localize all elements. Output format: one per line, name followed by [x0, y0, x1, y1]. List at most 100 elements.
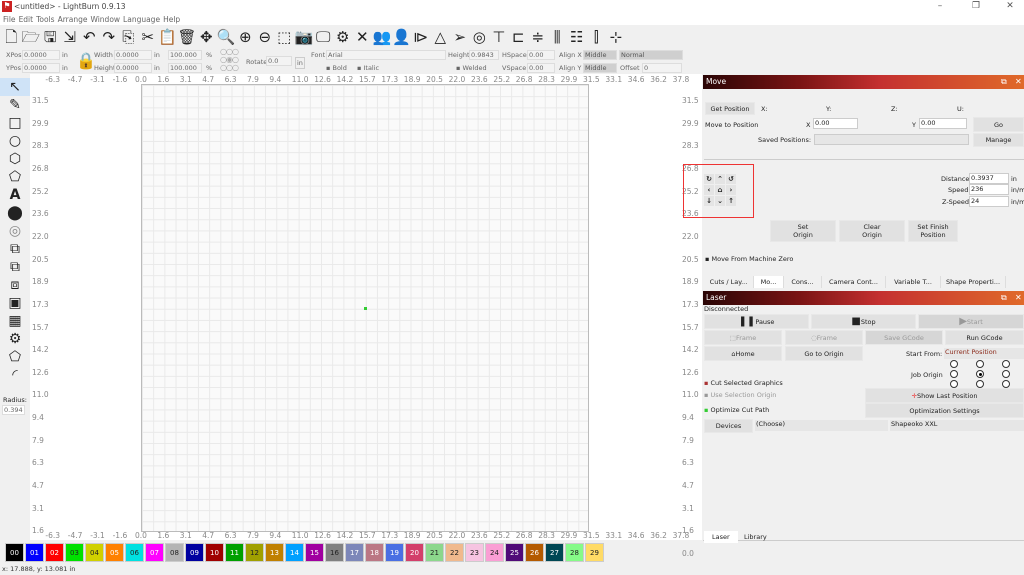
optimization-settings-button[interactable]: Optimization Settings — [865, 403, 1024, 418]
align-vcenter-icon[interactable]: ⫼ — [548, 26, 567, 48]
anchor-grid[interactable]: ○○○ ○◉○ ○○○ — [220, 48, 239, 72]
rotate-unit-button[interactable]: in — [295, 57, 305, 69]
palette-color-21[interactable]: 21 — [425, 543, 444, 562]
node-edit-icon[interactable]: ⬠ — [0, 348, 30, 366]
lock-icon[interactable]: 🔒 — [76, 51, 96, 70]
target-icon[interactable]: ◎ — [470, 26, 489, 48]
palette-color-09[interactable]: 09 — [185, 543, 204, 562]
font-select[interactable]: Arial — [326, 50, 446, 60]
palette-color-03[interactable]: 03 — [65, 543, 84, 562]
center-icon[interactable]: ⊹ — [607, 26, 626, 48]
palette-color-19[interactable]: 19 — [385, 543, 404, 562]
optimize-checkbox[interactable]: ▪ Optimize Cut Path — [704, 406, 769, 414]
go-button[interactable]: Go — [973, 117, 1024, 132]
offset-input[interactable]: 0 — [642, 63, 682, 73]
open-folder-icon[interactable]: 🗁 — [22, 26, 41, 48]
palette-color-08[interactable]: 08 — [165, 543, 184, 562]
height-input[interactable]: 0.0000 — [114, 63, 152, 73]
grid-array-icon[interactable]: ▦ — [0, 312, 30, 330]
zoom-fit-icon[interactable]: 🔍 — [217, 26, 236, 48]
pause-button[interactable]: ❚❚ Pause — [704, 314, 809, 329]
tab-panel[interactable]: Shape Properti... — [941, 276, 1006, 288]
jog-button[interactable]: ⌄ — [715, 196, 725, 206]
align-hcenter-icon[interactable]: ≑ — [529, 26, 548, 48]
move-y-input[interactable]: 0.00 — [919, 118, 967, 129]
home-button[interactable]: ⌂ Home — [704, 346, 782, 361]
job-origin-radio[interactable] — [950, 360, 958, 368]
palette-color-04[interactable]: 04 — [85, 543, 104, 562]
rectangle-tool-icon[interactable]: □ — [0, 114, 30, 132]
palette-color-20[interactable]: 20 — [405, 543, 424, 562]
boolean-icon[interactable]: ▣ — [0, 294, 30, 312]
width-input[interactable]: 0.0000 — [114, 50, 152, 60]
close-button[interactable]: ✕ — [1000, 1, 1020, 11]
jog-button[interactable]: ↻ — [704, 174, 714, 184]
stop-button[interactable]: ■ Stop — [811, 314, 916, 329]
save-icon[interactable]: 🖫 — [41, 26, 60, 48]
palette-color-22[interactable]: 22 — [445, 543, 464, 562]
device-select[interactable]: Shapeoko XXL — [890, 420, 1024, 431]
float-icon[interactable]: ⧉ — [1001, 291, 1007, 305]
pen-tool-icon[interactable]: ✎ — [0, 96, 30, 114]
jog-button[interactable]: ‹ — [704, 185, 714, 195]
aligny-select[interactable]: Middle — [583, 63, 617, 73]
align-left-icon[interactable]: ⊏ — [509, 26, 528, 48]
jog-button[interactable]: ⌃ — [715, 174, 725, 184]
text-tool-icon[interactable]: A — [0, 186, 30, 204]
zoom-out-icon[interactable]: ⊖ — [256, 26, 275, 48]
redo-icon[interactable]: ↷ — [100, 26, 119, 48]
palette-color-14[interactable]: 14 — [285, 543, 304, 562]
position-tool-icon[interactable]: ⬤ — [0, 204, 30, 222]
palette-color-15[interactable]: 15 — [305, 543, 324, 562]
distribute-v-icon[interactable]: ⫿ — [587, 26, 606, 48]
tab-panel[interactable]: Camera Cont... — [822, 276, 886, 288]
start-from-select[interactable]: Current Position — [944, 348, 1024, 359]
paste-icon[interactable]: 📋 — [158, 26, 177, 48]
job-origin-radio[interactable] — [950, 380, 958, 388]
menu-file[interactable]: File — [3, 15, 16, 24]
subtract-icon[interactable]: ⧉ — [0, 258, 30, 276]
settings-icon[interactable]: ⚙ — [334, 26, 353, 48]
set-origin-button[interactable]: Set Origin — [770, 220, 836, 242]
speed-input[interactable]: 236 — [969, 184, 1009, 195]
undo-icon[interactable]: ↶ — [80, 26, 99, 48]
welded-checkbox[interactable]: ▪ Welded — [456, 64, 487, 72]
tab-panel[interactable]: Variable T... — [886, 276, 941, 288]
palette-color-01[interactable]: 01 — [25, 543, 44, 562]
user-icon[interactable]: 👤 — [392, 26, 411, 48]
hspace-input[interactable]: 0.00 — [527, 50, 555, 60]
palette-color-18[interactable]: 18 — [365, 543, 384, 562]
menu-edit[interactable]: Edit — [19, 15, 34, 24]
tab-panel[interactable]: Mo... — [754, 276, 784, 288]
canvas-area[interactable]: -6.3 -6.3 -4.7 -4.7 -3.1 -3.1 -1.6 -1.6 0.0 0.0 1.… — [30, 74, 702, 558]
zspeed-input[interactable]: 24 — [969, 196, 1009, 207]
job-origin-radio[interactable] — [976, 380, 984, 388]
new-file-icon[interactable]: 🗋 — [2, 26, 21, 48]
palette-color-29[interactable]: 29 — [585, 543, 604, 562]
job-origin-radio[interactable] — [950, 370, 958, 378]
palette-color-25[interactable]: 25 — [505, 543, 524, 562]
maximize-button[interactable]: ❐ — [966, 1, 986, 11]
align-top-icon[interactable]: ⊤ — [490, 26, 509, 48]
minimize-button[interactable]: – — [930, 1, 950, 11]
get-position-button[interactable]: Get Position — [705, 102, 755, 115]
jog-button[interactable]: › — [726, 185, 736, 195]
job-origin-radio[interactable] — [976, 360, 984, 368]
jog-button[interactable]: ↺ — [726, 174, 736, 184]
union-icon[interactable]: ⧉ — [0, 240, 30, 258]
scale-width-input[interactable]: 100.000 — [168, 50, 202, 60]
cut-selected-checkbox[interactable]: ▪ Cut Selected Graphics — [704, 379, 783, 387]
palette-color-17[interactable]: 17 — [345, 543, 364, 562]
tab-panel[interactable]: Cons... — [784, 276, 822, 288]
mode-select[interactable]: Normal — [619, 50, 683, 60]
palette-color-11[interactable]: 11 — [225, 543, 244, 562]
palette-color-28[interactable]: 28 — [565, 543, 584, 562]
offset-tool-icon[interactable]: ◎ — [0, 222, 30, 240]
menu-help[interactable]: Help — [163, 15, 180, 24]
scale-height-input[interactable]: 100.000 — [168, 63, 202, 73]
menu-window[interactable]: Window — [90, 15, 120, 24]
camera-icon[interactable]: 📷 — [295, 26, 314, 48]
palette-color-00[interactable]: 00 — [5, 543, 24, 562]
palette-color-02[interactable]: 02 — [45, 543, 64, 562]
palette-color-13[interactable]: 13 — [265, 543, 284, 562]
